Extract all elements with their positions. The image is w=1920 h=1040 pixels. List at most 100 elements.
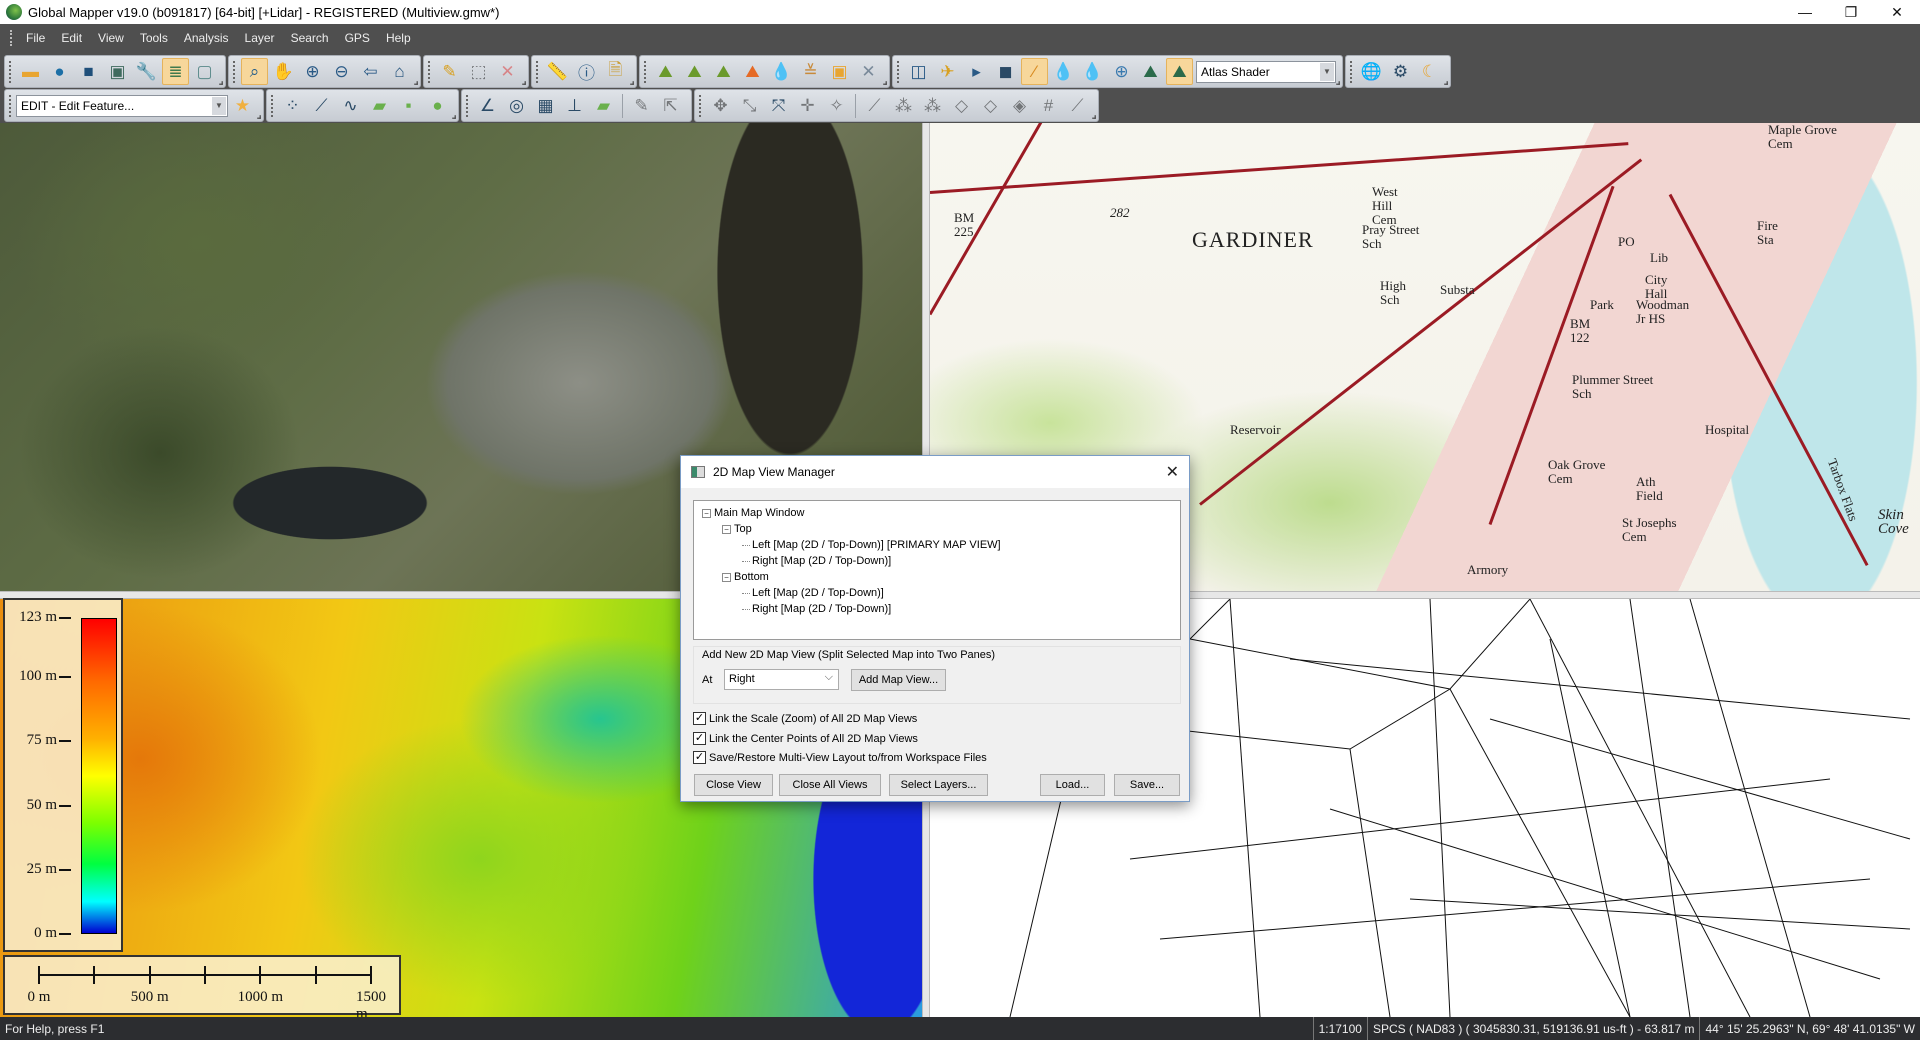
toolbar-overflow[interactable] xyxy=(630,81,634,85)
save-layout-checkbox[interactable]: ✓ Save/Restore Multi-View Layout to/from… xyxy=(693,751,987,764)
add-map-view-button[interactable]: Add Map View... xyxy=(851,669,946,691)
dialog-close-button[interactable]: ✕ xyxy=(1166,462,1179,482)
restore-button[interactable]: ❐ xyxy=(1828,0,1874,24)
globe-icon[interactable]: ● xyxy=(46,58,73,85)
collapse-icon[interactable]: − xyxy=(722,572,731,582)
print-preview-icon[interactable]: ▣ xyxy=(104,58,131,85)
menu-file[interactable]: File xyxy=(18,31,53,45)
range-ring-icon[interactable]: ◎ xyxy=(503,92,530,119)
contour-icon[interactable]: ≚ xyxy=(797,58,824,85)
edit-vertex-icon[interactable]: ✎ xyxy=(628,92,655,119)
toolbar-overflow[interactable] xyxy=(257,115,261,119)
line-of-sight-icon[interactable]: ⛰ xyxy=(681,58,708,85)
dialog-title-bar[interactable]: 2D Map View Manager xyxy=(681,456,1189,488)
toolbar-grip[interactable] xyxy=(644,60,647,83)
3d-view-icon[interactable]: ◼ xyxy=(992,58,1019,85)
disable-icon[interactable]: ✕ xyxy=(855,58,882,85)
split-view-icon[interactable]: ◫ xyxy=(905,58,932,85)
menu-gps[interactable]: GPS xyxy=(337,31,378,45)
reshape-icon[interactable]: ⤧ xyxy=(765,92,792,119)
grid-icon[interactable]: # xyxy=(1035,92,1062,119)
delete-icon[interactable]: ✕ xyxy=(494,58,521,85)
toolbar-grip[interactable] xyxy=(897,60,900,83)
create-area-icon[interactable]: ▰ xyxy=(366,92,393,119)
trim-icon[interactable]: ◈ xyxy=(1006,92,1033,119)
collapse-icon[interactable]: − xyxy=(702,508,711,518)
zoom-out-icon[interactable]: ⊖ xyxy=(328,58,355,85)
shader-select[interactable]: Atlas Shader ▼ xyxy=(1196,60,1336,83)
select-layers-button[interactable]: Select Layers... xyxy=(889,774,988,796)
measure-edit-icon[interactable]: ⟋ xyxy=(861,92,888,119)
zoom-tool-icon[interactable]: ⌕ xyxy=(241,58,268,85)
minimize-button[interactable]: — xyxy=(1782,0,1828,24)
settings-gear-icon[interactable]: ⚙ xyxy=(1387,58,1414,85)
link-scale-checkbox[interactable]: ✓ Link the Scale (Zoom) of All 2D Map Vi… xyxy=(693,712,917,725)
merge-icon[interactable]: ◇ xyxy=(977,92,1004,119)
pencil-icon[interactable]: ✎ xyxy=(436,58,463,85)
create-circle-icon[interactable]: ● xyxy=(424,92,451,119)
insert-vertex-icon[interactable]: ⁂ xyxy=(890,92,917,119)
edit-move-icon[interactable]: ⇱ xyxy=(657,92,684,119)
toolbar-overflow[interactable] xyxy=(452,115,456,119)
menu-edit[interactable]: Edit xyxy=(53,31,90,45)
toolbar-grip[interactable] xyxy=(271,94,274,117)
grid-create-icon[interactable]: ▦ xyxy=(532,92,559,119)
tree-node[interactable]: − Top xyxy=(694,521,1180,537)
back-arrow-icon[interactable]: ⇦ xyxy=(357,58,384,85)
view-shed-icon[interactable]: ⛰ xyxy=(710,58,737,85)
toolbar-overflow[interactable] xyxy=(1336,81,1340,85)
toolbar-grip[interactable] xyxy=(9,94,12,117)
terrain-cut-icon[interactable]: ⛰ xyxy=(739,58,766,85)
collapse-icon[interactable]: − xyxy=(722,524,731,534)
control-center-icon[interactable]: ≣ xyxy=(162,58,189,85)
home-icon[interactable]: ⌂ xyxy=(386,58,413,85)
toolbar-overflow[interactable] xyxy=(414,81,418,85)
toolbar-overflow[interactable] xyxy=(522,81,526,85)
menu-search[interactable]: Search xyxy=(283,31,337,45)
tree-node[interactable]: Left [Map (2D / Top-Down)] [PRIMARY MAP … xyxy=(694,537,1180,553)
move-feature-icon[interactable]: ✥ xyxy=(707,92,734,119)
shade-toggle-icon[interactable]: ⁄ xyxy=(1021,58,1048,85)
menu-help[interactable]: Help xyxy=(378,31,419,45)
toolbar-grip[interactable] xyxy=(699,94,702,117)
snap-line-icon[interactable]: ⊥ xyxy=(561,92,588,119)
coord-entry-icon[interactable]: ∠ xyxy=(474,92,501,119)
move-vertex-icon[interactable]: ✛ xyxy=(794,92,821,119)
grip-handle[interactable] xyxy=(10,29,12,46)
3d-toggle-icon[interactable]: ▸ xyxy=(963,58,990,85)
toolbar-grip[interactable] xyxy=(536,60,539,83)
shader-icon[interactable]: ⛰ xyxy=(1166,58,1193,85)
tree-node[interactable]: Left [Map (2D / Top-Down)] xyxy=(694,585,1180,601)
menu-tools[interactable]: Tools xyxy=(132,31,176,45)
toolbar-overflow[interactable] xyxy=(883,81,887,85)
pan-hand-icon[interactable]: ✋ xyxy=(270,58,297,85)
night-moon-icon[interactable]: ☾ xyxy=(1416,58,1443,85)
at-position-select[interactable]: Right ⌵ xyxy=(724,669,839,690)
menu-analysis[interactable]: Analysis xyxy=(176,31,237,45)
config-wrench-icon[interactable]: 🔧 xyxy=(133,58,160,85)
delete-vertex-icon[interactable]: ⁂ xyxy=(919,92,946,119)
water-down-icon[interactable]: ⊕ xyxy=(1108,58,1135,85)
create-line-icon[interactable]: ⟋ xyxy=(308,92,335,119)
create-points-icon[interactable]: ⁘ xyxy=(279,92,306,119)
save-icon[interactable]: ■ xyxy=(75,58,102,85)
star-icon[interactable]: ★ xyxy=(229,92,256,119)
scale-icon[interactable]: ✧ xyxy=(823,92,850,119)
light-source-icon[interactable]: ⛰ xyxy=(1137,58,1164,85)
toolbar-overflow[interactable] xyxy=(219,81,223,85)
water-level-icon[interactable]: 💧 xyxy=(1050,58,1077,85)
fly-through-icon[interactable]: ✈ xyxy=(934,58,961,85)
tree-node[interactable]: Right [Map (2D / Top-Down)] xyxy=(694,601,1180,617)
zoom-in-icon[interactable]: ⊕ xyxy=(299,58,326,85)
terrain-profile-icon[interactable]: ⛰ xyxy=(652,58,679,85)
tree-node[interactable]: − Bottom xyxy=(694,569,1180,585)
close-button[interactable]: ✕ xyxy=(1874,0,1920,24)
tree-node[interactable]: − Main Map Window xyxy=(694,505,1180,521)
select-rect-icon[interactable]: ⬚ xyxy=(465,58,492,85)
close-all-views-button[interactable]: Close All Views xyxy=(779,774,881,796)
toolbar-overflow[interactable] xyxy=(1092,115,1096,119)
toolbar-overflow[interactable] xyxy=(1444,81,1448,85)
edit-mode-select[interactable]: EDIT - Edit Feature... ▼ xyxy=(16,94,228,117)
tree-node[interactable]: Right [Map (2D / Top-Down)] xyxy=(694,553,1180,569)
ruler-icon[interactable]: 📏 xyxy=(544,58,571,85)
